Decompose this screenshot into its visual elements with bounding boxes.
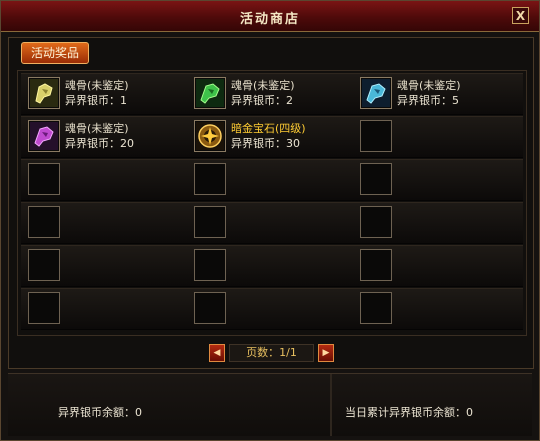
activity-shop-window: 活动商店 X 活动奖品 魂骨(未鉴定) 异界银币：1 魂骨(未鉴定) 异界银币：…	[0, 0, 540, 441]
empty-slot[interactable]	[194, 292, 226, 324]
item-price: 异界银币：1	[65, 94, 127, 107]
blue-beast-bone-icon	[362, 79, 390, 107]
empty-slot[interactable]	[360, 249, 392, 281]
grid-row	[21, 202, 523, 244]
empty-slot[interactable]	[360, 206, 392, 238]
yellow-beast-bone-icon	[30, 79, 58, 107]
empty-slot[interactable]	[360, 120, 392, 152]
window-title: 活动商店	[239, 12, 300, 27]
grid-row	[21, 159, 523, 201]
item-slot[interactable]	[28, 120, 60, 152]
item-price: 异界银币：30	[231, 137, 300, 150]
green-beast-bone-icon	[196, 79, 224, 107]
empty-slot[interactable]	[360, 292, 392, 324]
item-name: 暗金宝石(四级)	[231, 122, 306, 135]
item-slot[interactable]	[194, 77, 226, 109]
empty-slot[interactable]	[194, 163, 226, 195]
item-slot[interactable]	[194, 120, 226, 152]
dark-gold-gem-icon	[196, 122, 224, 150]
page-indicator: 页数：1/1	[229, 344, 314, 362]
pagination: ◀ 页数：1/1 ▶	[209, 344, 334, 362]
empty-slot[interactable]	[28, 206, 60, 238]
empty-slot[interactable]	[28, 292, 60, 324]
tab-activity-rewards[interactable]: 活动奖品	[21, 42, 89, 64]
close-button[interactable]: X	[512, 7, 529, 24]
empty-slot[interactable]	[360, 163, 392, 195]
shop-panel: 活动奖品 魂骨(未鉴定) 异界银币：1 魂骨(未鉴定) 异界银币：2 魂骨(未鉴…	[8, 37, 534, 369]
footer-divider	[330, 374, 332, 436]
title-bar[interactable]: 活动商店 X	[1, 1, 539, 32]
item-name: 魂骨(未鉴定)	[65, 122, 129, 135]
item-price: 异界银币：2	[231, 94, 293, 107]
empty-slot[interactable]	[28, 163, 60, 195]
item-name: 魂骨(未鉴定)	[231, 79, 295, 92]
purple-beast-bone-icon	[30, 122, 58, 150]
item-name: 魂骨(未鉴定)	[65, 79, 129, 92]
grid-row	[21, 245, 523, 287]
item-slot[interactable]	[360, 77, 392, 109]
prev-page-button[interactable]: ◀	[209, 344, 225, 362]
item-price: 异界银币：5	[397, 94, 459, 107]
daily-silver-total: 当日累计异界银币余额：0	[345, 406, 473, 419]
empty-slot[interactable]	[194, 249, 226, 281]
empty-slot[interactable]	[194, 206, 226, 238]
item-grid: 魂骨(未鉴定) 异界银币：1 魂骨(未鉴定) 异界银币：2 魂骨(未鉴定) 异界…	[17, 70, 527, 336]
next-page-button[interactable]: ▶	[318, 344, 334, 362]
silver-balance: 异界银币余额：0	[58, 406, 142, 419]
item-name: 魂骨(未鉴定)	[397, 79, 461, 92]
item-slot[interactable]	[28, 77, 60, 109]
footer-panel: 异界银币余额：0 当日累计异界银币余额：0	[8, 373, 532, 436]
grid-row: 魂骨(未鉴定) 异界银币：20 暗金宝石(四级) 异界银币：30	[21, 116, 523, 158]
empty-slot[interactable]	[28, 249, 60, 281]
item-price: 异界银币：20	[65, 137, 134, 150]
grid-row	[21, 288, 523, 330]
grid-row: 魂骨(未鉴定) 异界银币：1 魂骨(未鉴定) 异界银币：2 魂骨(未鉴定) 异界…	[21, 73, 523, 115]
